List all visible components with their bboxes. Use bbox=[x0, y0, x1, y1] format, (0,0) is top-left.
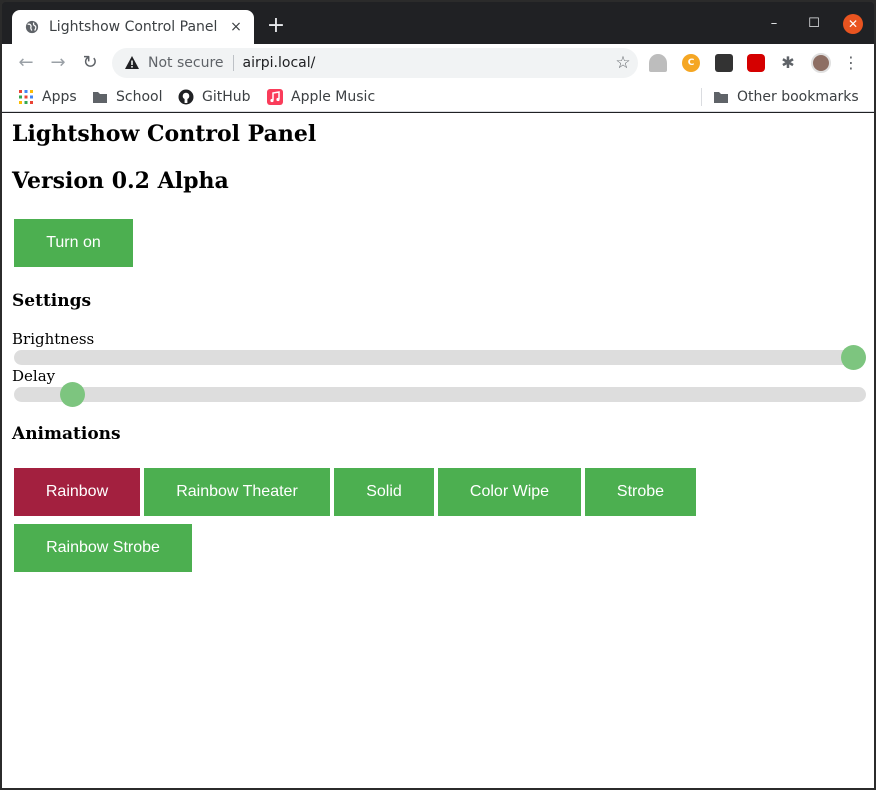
brightness-slider-thumb[interactable] bbox=[841, 345, 866, 370]
delay-slider-thumb[interactable] bbox=[60, 382, 86, 407]
address-bar[interactable]: Not secure airpi.local/ ☆ bbox=[112, 48, 638, 78]
bookmark-school[interactable]: School bbox=[92, 86, 162, 108]
reload-icon[interactable]: ↻ bbox=[80, 53, 100, 73]
bookmark-label: School bbox=[116, 89, 163, 105]
bookmark-label: Apps bbox=[42, 89, 77, 105]
settings-heading: Settings bbox=[12, 291, 92, 311]
animation-solid-button[interactable]: Solid bbox=[334, 468, 434, 516]
tab-strip: Lightshow Control Panel × + – ☐ ✕ bbox=[2, 2, 874, 44]
browser-tab[interactable]: Lightshow Control Panel × bbox=[12, 10, 254, 44]
globe-icon bbox=[25, 20, 39, 34]
forward-arrow-icon[interactable]: → bbox=[48, 53, 68, 73]
folder-icon bbox=[93, 92, 107, 103]
animation-rainbow-theater-button[interactable]: Rainbow Theater bbox=[144, 468, 330, 516]
delay-label: Delay bbox=[12, 367, 56, 385]
security-label: Not secure bbox=[148, 55, 224, 71]
bookmark-label: GitHub bbox=[202, 89, 251, 105]
new-tab-button[interactable]: + bbox=[265, 15, 287, 38]
folder-icon bbox=[714, 92, 728, 103]
maximize-button[interactable]: ☐ bbox=[804, 14, 824, 34]
kebab-menu-icon[interactable]: ⋮ bbox=[843, 53, 859, 73]
page-content: Lightshow Control Panel Version 0.2 Alph… bbox=[2, 113, 874, 788]
animation-strobe-button[interactable]: Strobe bbox=[585, 468, 696, 516]
delay-slider[interactable] bbox=[14, 382, 866, 407]
bookmark-star-icon[interactable]: ☆ bbox=[608, 53, 638, 73]
adblock-icon[interactable] bbox=[747, 54, 765, 72]
bookmarks-divider bbox=[701, 88, 702, 106]
extension-c-icon[interactable]: C bbox=[682, 54, 700, 72]
github-icon bbox=[178, 89, 194, 105]
browser-window: Lightshow Control Panel × + – ☐ ✕ ← → ↻ … bbox=[0, 0, 876, 790]
profile-avatar[interactable] bbox=[811, 53, 831, 73]
apps-grid-icon bbox=[19, 90, 33, 104]
brightness-label: Brightness bbox=[12, 330, 95, 348]
page-title: Lightshow Control Panel bbox=[12, 121, 317, 147]
bookmark-apple-music[interactable]: Apple Music bbox=[267, 86, 375, 108]
animation-color-wipe-button[interactable]: Color Wipe bbox=[438, 468, 581, 516]
browser-toolbar: ← → ↻ Not secure airpi.local/ ☆ C ✱ ⋮ bbox=[2, 44, 874, 82]
puzzle-extensions-icon[interactable]: ✱ bbox=[779, 54, 797, 72]
apple-music-icon bbox=[267, 89, 283, 105]
animations-heading: Animations bbox=[12, 424, 121, 444]
turn-on-button[interactable]: Turn on bbox=[14, 219, 133, 267]
omnibox-divider bbox=[232, 55, 234, 71]
bookmark-apps[interactable]: Apps bbox=[18, 86, 77, 108]
bookmark-label: Other bookmarks bbox=[737, 89, 859, 105]
bookmarks-bar: Apps School GitHub Apple Music Other boo… bbox=[2, 82, 874, 112]
bookmark-label: Apple Music bbox=[291, 89, 376, 105]
animation-rainbow-strobe-button[interactable]: Rainbow Strobe bbox=[14, 524, 192, 572]
tab-close-icon[interactable]: × bbox=[228, 19, 244, 35]
bookmark-github[interactable]: GitHub bbox=[178, 86, 251, 108]
close-window-button[interactable]: ✕ bbox=[843, 14, 863, 34]
extension-icon[interactable] bbox=[649, 54, 667, 72]
brightness-slider[interactable] bbox=[14, 345, 866, 370]
extension-cube-icon[interactable] bbox=[715, 54, 733, 72]
bookmark-other[interactable]: Other bookmarks bbox=[713, 86, 859, 108]
back-arrow-icon[interactable]: ← bbox=[16, 53, 36, 73]
tab-title: Lightshow Control Panel bbox=[49, 19, 218, 35]
version-heading: Version 0.2 Alpha bbox=[12, 168, 229, 194]
warning-icon bbox=[125, 56, 139, 69]
minimize-button[interactable]: – bbox=[764, 14, 784, 34]
animation-rainbow-button[interactable]: Rainbow bbox=[14, 468, 140, 516]
url-text[interactable]: airpi.local/ bbox=[243, 55, 608, 71]
